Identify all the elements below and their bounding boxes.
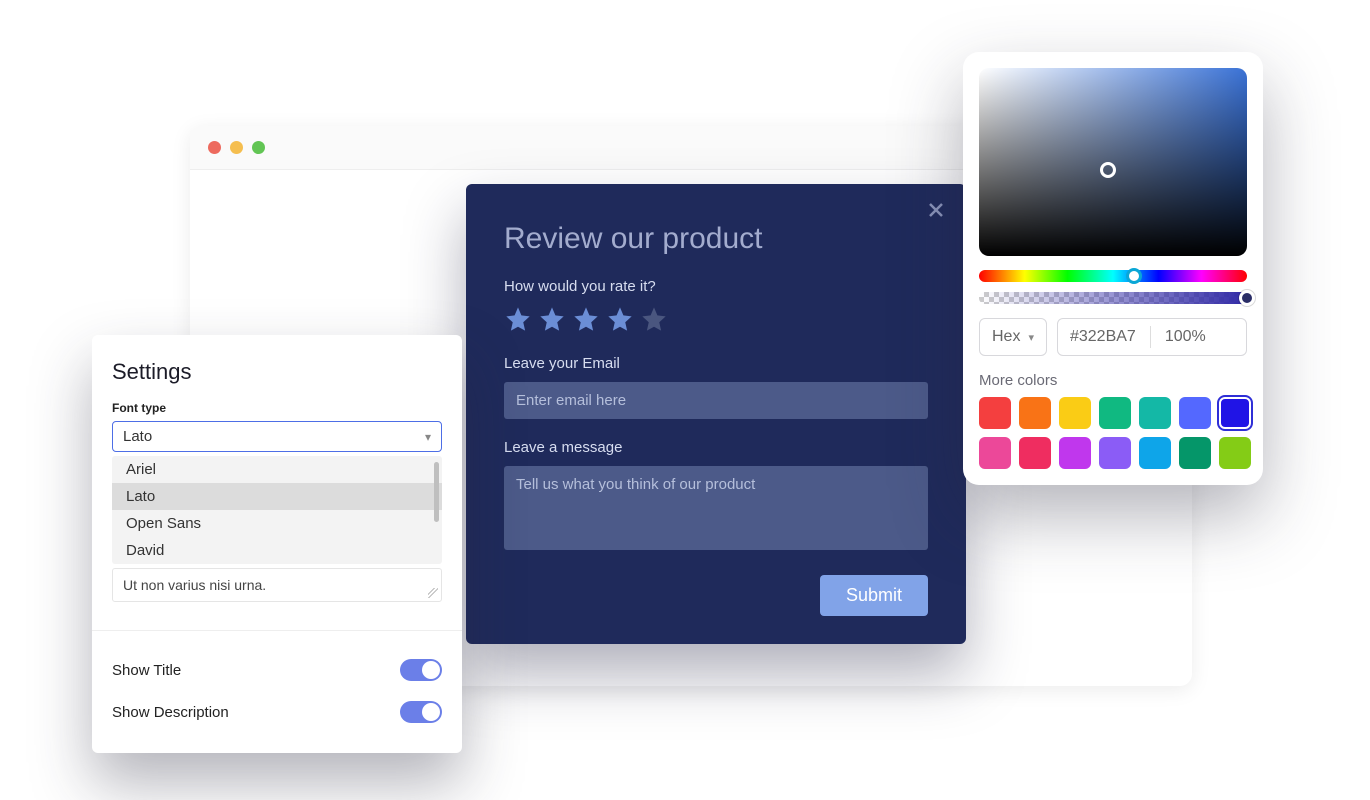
star-icon[interactable] [640,305,668,333]
review-title: Review our product [504,222,928,256]
color-swatches [979,397,1247,469]
gradient-cursor[interactable] [1100,162,1116,178]
font-option[interactable]: Ariel [112,456,442,483]
font-option[interactable]: Lato [112,483,442,510]
hue-slider-handle[interactable] [1126,268,1142,284]
color-picker-panel: Hex ▾ #322BA7 100% More colors [963,52,1263,485]
dropdown-scrollbar[interactable] [434,462,439,522]
rate-label: How would you rate it? [504,278,928,295]
submit-button[interactable]: Submit [820,575,928,616]
settings-panel: Settings Font type Lato ▾ ArielLatoOpen … [92,335,462,753]
value-divider [1150,326,1151,348]
window-minimize-dot[interactable] [230,141,243,154]
window-close-dot[interactable] [208,141,221,154]
more-colors-label: More colors [979,372,1247,389]
settings-title: Settings [112,359,442,385]
show-title-label: Show Title [112,662,181,679]
review-modal: Review our product How would you rate it… [466,184,966,644]
divider [92,630,462,631]
opacity-value: 100% [1165,328,1206,346]
star-icon[interactable] [538,305,566,333]
hue-slider[interactable] [979,270,1247,282]
message-textarea[interactable] [504,466,928,550]
star-rating[interactable] [504,305,928,333]
font-select-value: Lato [123,428,152,445]
color-format-select[interactable]: Hex ▾ [979,318,1047,356]
window-maximize-dot[interactable] [252,141,265,154]
font-dropdown: ArielLatoOpen SansDavid [112,456,442,564]
color-swatch[interactable] [1099,397,1131,429]
font-select[interactable]: Lato ▾ [112,421,442,452]
color-swatch[interactable] [1179,397,1211,429]
star-icon[interactable] [572,305,600,333]
email-input[interactable] [504,382,928,419]
resize-handle-icon[interactable] [428,588,438,598]
font-option[interactable]: David [112,537,442,564]
description-textarea[interactable]: Ut non varius nisi urna. [112,568,442,602]
email-label: Leave your Email [504,355,928,372]
chevron-down-icon: ▾ [425,430,431,444]
color-value-box[interactable]: #322BA7 100% [1057,318,1247,356]
star-icon[interactable] [504,305,532,333]
color-swatch[interactable] [1139,437,1171,469]
message-label: Leave a message [504,439,928,456]
color-swatch[interactable] [979,397,1011,429]
color-swatch[interactable] [979,437,1011,469]
color-swatch[interactable] [1019,397,1051,429]
color-swatch[interactable] [1019,437,1051,469]
color-gradient-field[interactable] [979,68,1247,256]
color-swatch[interactable] [1059,397,1091,429]
color-format-value: Hex [992,328,1020,346]
hex-value: #322BA7 [1070,328,1136,346]
color-swatch[interactable] [1219,397,1251,429]
color-swatch[interactable] [1179,437,1211,469]
chevron-down-icon: ▾ [1028,331,1034,344]
color-swatch[interactable] [1139,397,1171,429]
star-icon[interactable] [606,305,634,333]
alpha-slider[interactable] [979,292,1247,304]
color-swatch[interactable] [1059,437,1091,469]
font-option[interactable]: Open Sans [112,510,442,537]
color-swatch[interactable] [1099,437,1131,469]
show-title-toggle[interactable] [400,659,442,681]
show-description-label: Show Description [112,704,229,721]
alpha-slider-handle[interactable] [1239,290,1255,306]
font-type-label: Font type [112,401,442,415]
show-description-toggle[interactable] [400,701,442,723]
color-swatch[interactable] [1219,437,1251,469]
close-icon[interactable] [924,198,948,222]
